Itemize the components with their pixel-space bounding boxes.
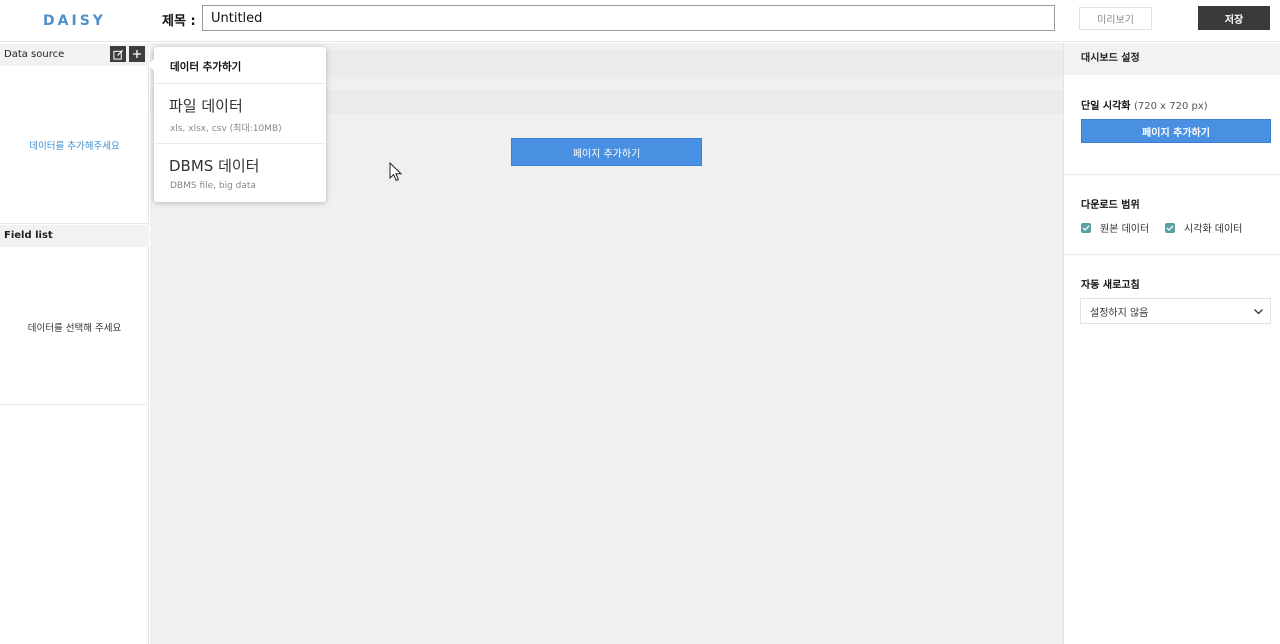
mouse-cursor-icon <box>389 162 403 182</box>
data-source-header: Data source <box>0 44 149 66</box>
checkbox-checked-icon[interactable] <box>1081 222 1091 233</box>
single-vis-label: 단일 시각화 (720 x 720 px) <box>1081 97 1208 112</box>
data-source-empty-message[interactable]: 데이터를 추가해주세요 <box>0 138 149 152</box>
menu-item-title: 파일 데이터 <box>169 97 243 115</box>
chevron-down-icon <box>1254 309 1263 315</box>
checkbox-label: 원본 데이터 <box>1100 224 1150 235</box>
app-logo[interactable]: DAISY <box>0 0 149 42</box>
dashboard-settings-header: 대시보드 설정 <box>1064 43 1280 75</box>
menu-title: 데이터 추가하기 <box>170 61 242 73</box>
add-data-menu: 데이터 추가하기 파일 데이터 xls, xlsx, csv (최대:10MB)… <box>148 47 326 202</box>
menu-item-dbms-data[interactable]: DBMS 데이터 DBMS file, big data <box>154 144 326 202</box>
right-sidebar: 대시보드 설정 단일 시각화 (720 x 720 px) 페이지 추가하기 다… <box>1063 43 1280 644</box>
data-source-label: Data source <box>4 49 65 60</box>
divider <box>1064 174 1280 175</box>
single-vis-title: 단일 시각화 <box>1081 101 1131 112</box>
field-list-label: Field list <box>4 230 53 241</box>
title-label: 제목 : <box>162 14 196 29</box>
download-range-label: 다운로드 범위 <box>1081 200 1140 211</box>
field-list-header: Field list <box>0 225 149 247</box>
menu-item-subtitle: DBMS file, big data <box>170 181 256 191</box>
divider <box>0 404 149 405</box>
field-list-empty-message: 데이터를 선택해 주세요 <box>27 323 122 334</box>
left-sidebar: Data source 데이터를 추가해주세요 Field list 데이터를 … <box>0 42 149 644</box>
edit-icon <box>112 49 123 60</box>
menu-item-subtitle: xls, xlsx, csv (최대:10MB) <box>170 124 282 134</box>
menu-item-title: DBMS 데이터 <box>169 157 260 175</box>
divider <box>0 223 149 224</box>
preview-button[interactable]: 미리보기 <box>1079 7 1152 30</box>
add-page-button[interactable]: 페이지 추가하기 <box>511 138 702 166</box>
add-data-source-button[interactable] <box>129 46 145 62</box>
save-button[interactable]: 저장 <box>1198 6 1270 30</box>
auto-refresh-value: 설정하지 않음 <box>1090 307 1149 319</box>
menu-item-file-data[interactable]: 파일 데이터 xls, xlsx, csv (최대:10MB) <box>154 84 326 142</box>
divider <box>1064 254 1280 255</box>
plus-icon <box>133 50 141 58</box>
checkbox-label: 시각화 데이터 <box>1184 224 1243 235</box>
auto-refresh-label: 자동 새로고침 <box>1081 280 1140 291</box>
menu-arrow <box>148 59 154 71</box>
checkbox-original-data[interactable]: 원본 데이터 <box>1081 220 1149 235</box>
edit-data-source-button[interactable] <box>110 46 126 62</box>
title-input[interactable] <box>202 5 1055 31</box>
checkbox-visualization-data[interactable]: 시각화 데이터 <box>1165 220 1242 235</box>
auto-refresh-select[interactable]: 설정하지 않음 <box>1080 298 1271 324</box>
single-vis-size: (720 x 720 px) <box>1133 101 1208 112</box>
checkbox-checked-icon[interactable] <box>1165 222 1175 233</box>
app-header: DAISY 제목 : 미리보기 저장 <box>0 0 1280 42</box>
add-page-button-right[interactable]: 페이지 추가하기 <box>1081 119 1271 143</box>
